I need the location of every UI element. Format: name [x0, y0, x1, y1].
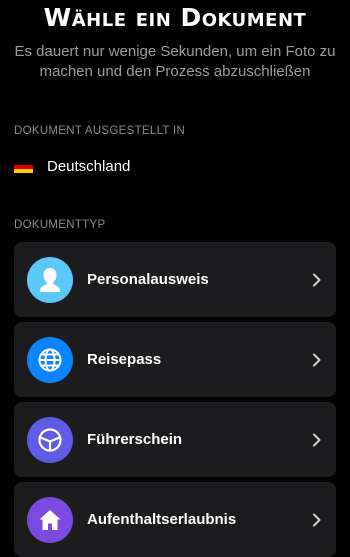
- chevron-right-icon: [313, 433, 321, 446]
- document-option-label: Führerschein: [87, 431, 183, 448]
- document-option-fuehrerschein[interactable]: Führerschein: [14, 402, 336, 477]
- document-option-aufenthaltserlaubnis[interactable]: Aufenthaltserlaubnis: [14, 482, 336, 557]
- globe-icon: [27, 336, 73, 383]
- chevron-right-icon: [313, 513, 321, 526]
- issuer-section-label: Dokument ausgestellt in: [14, 125, 186, 137]
- page-title: Wähle ein Dokument: [43, 3, 307, 32]
- chevron-right-icon: [313, 353, 321, 366]
- document-option-reisepass[interactable]: Reisepass: [14, 322, 336, 397]
- country-name: Deutschland: [47, 158, 131, 175]
- country-selector[interactable]: Deutschland: [14, 158, 130, 175]
- germany-flag-icon: [14, 160, 33, 173]
- document-option-label: Aufenthaltserlaubnis: [87, 511, 237, 528]
- chevron-right-icon: [313, 273, 321, 286]
- document-option-label: Personalausweis: [87, 271, 209, 288]
- person-icon: [27, 256, 73, 303]
- home-icon: [27, 496, 73, 543]
- document-type-section-label: Dokumenttyp: [14, 219, 106, 231]
- document-option-personalausweis[interactable]: Personalausweis: [14, 242, 336, 317]
- document-option-label: Reisepass: [87, 351, 162, 368]
- steering-wheel-icon: [27, 416, 73, 463]
- page-subtitle: Es dauert nur wenige Sekunden, um ein Fo…: [14, 43, 336, 80]
